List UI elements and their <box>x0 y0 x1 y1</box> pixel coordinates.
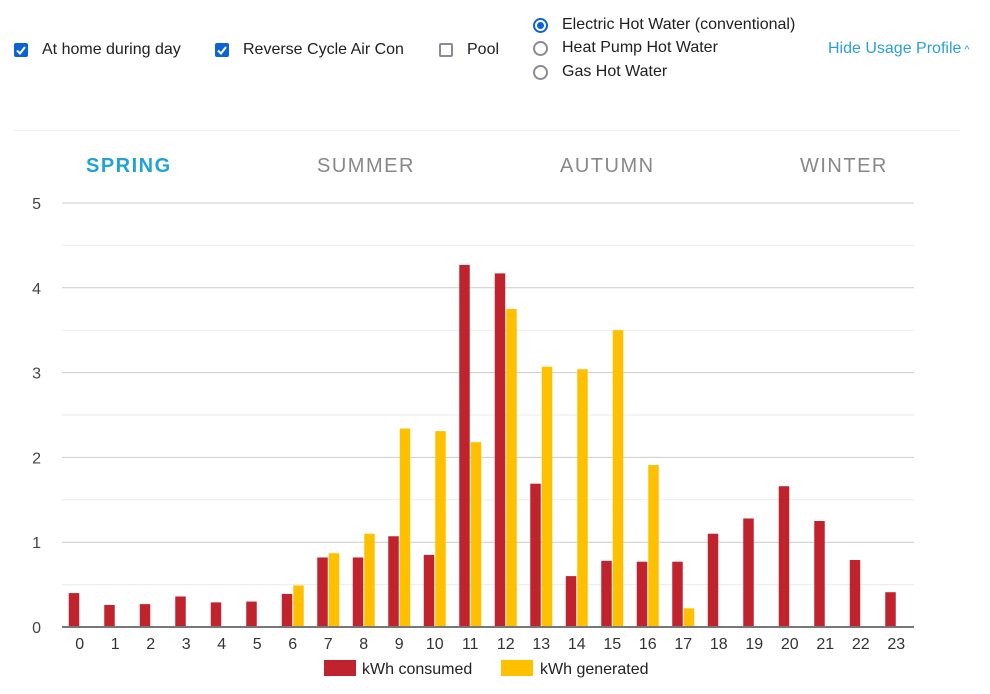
bar-consumed <box>317 557 328 627</box>
legend-swatch-consumed <box>324 660 356 676</box>
bar-generated <box>612 330 624 627</box>
checkbox-reverse-cycle[interactable]: Reverse Cycle Air Con <box>215 41 404 59</box>
x-tick-label: 13 <box>532 636 550 653</box>
checkbox-pool[interactable]: Pool <box>439 41 499 59</box>
x-tick-label: 14 <box>568 636 586 653</box>
bar-generated <box>648 465 659 627</box>
x-tick-label: 19 <box>745 636 763 653</box>
x-tick-label: 3 <box>182 636 191 653</box>
bar-consumed <box>530 483 541 627</box>
checkbox-label: Reverse Cycle Air Con <box>243 41 404 58</box>
chevron-up-icon: ^ <box>964 44 970 56</box>
checkbox-at-home[interactable]: At home during day <box>14 41 181 59</box>
bar-consumed <box>459 264 470 627</box>
bar-generated <box>506 309 517 627</box>
x-tick-label: 4 <box>217 636 226 653</box>
bar-consumed <box>210 602 222 627</box>
x-tick-label: 18 <box>710 636 728 653</box>
bar-consumed <box>494 273 506 627</box>
x-tick-label: 9 <box>395 636 404 653</box>
x-tick-label: 7 <box>324 636 333 653</box>
legend-label-generated: kWh generated <box>540 661 649 678</box>
tab-summer[interactable]: SUMMER <box>317 155 415 178</box>
bar-consumed <box>778 486 790 627</box>
bar-consumed <box>601 560 612 627</box>
bar-consumed <box>68 593 80 627</box>
bar-consumed <box>636 561 648 627</box>
y-tick-label: 4 <box>32 281 41 298</box>
x-tick-label: 2 <box>146 636 155 653</box>
y-tick-label: 0 <box>32 620 41 637</box>
x-tick-label: 6 <box>288 636 297 653</box>
legend-swatch-generated <box>501 660 533 676</box>
bar-consumed <box>246 601 257 627</box>
checkbox-label: At home during day <box>42 41 181 58</box>
bar-consumed <box>423 554 435 627</box>
bar-consumed <box>672 561 683 627</box>
x-tick-label: 8 <box>359 636 368 653</box>
x-tick-label: 20 <box>781 636 799 653</box>
radio-heat-pump[interactable]: Heat Pump Hot Water <box>533 39 718 57</box>
x-tick-label: 16 <box>639 636 657 653</box>
bar-consumed <box>707 533 719 627</box>
radio-label: Gas Hot Water <box>562 63 668 80</box>
radio-selected-icon[interactable] <box>533 17 548 33</box>
checkbox-label: Pool <box>467 41 500 58</box>
x-tick-label: 1 <box>111 636 120 653</box>
radio-gas-hot-water[interactable]: Gas Hot Water <box>533 63 667 81</box>
bar-consumed <box>104 604 115 627</box>
x-tick-label: 11 <box>462 636 479 653</box>
hide-usage-profile-label: Hide Usage Profile <box>828 40 962 57</box>
radio-unselected-icon[interactable] <box>533 40 548 56</box>
x-tick-label: 12 <box>497 636 515 653</box>
x-tick-label: 0 <box>75 636 84 653</box>
bar-consumed <box>565 576 577 627</box>
bar-generated <box>541 366 553 627</box>
bar-consumed <box>743 518 754 627</box>
checkbox-checked-icon[interactable] <box>14 43 28 57</box>
legend-label-consumed: kWh consumed <box>362 661 472 678</box>
x-tick-label: 15 <box>603 636 621 653</box>
bar-consumed <box>175 596 186 627</box>
radio-unselected-icon[interactable] <box>533 64 548 80</box>
y-tick-label: 2 <box>32 450 41 467</box>
x-tick-label: 5 <box>253 636 262 653</box>
bar-generated <box>577 369 588 627</box>
bar-generated <box>470 442 482 627</box>
x-tick-label: 17 <box>674 636 692 653</box>
radio-electric-hot-water[interactable]: Electric Hot Water (conventional) <box>533 16 795 34</box>
bar-generated <box>293 585 304 627</box>
y-tick-label: 3 <box>32 366 41 383</box>
bar-consumed <box>388 536 399 627</box>
x-tick-label: 23 <box>887 636 905 653</box>
usage-bar-chart: 0123450 1 2 3 4 5 6 7 8 9 10 11 12 13 14 15 16 17 18 19 20 21… <box>32 196 914 678</box>
hide-usage-profile-link[interactable]: Hide Usage Profile ^ <box>828 40 970 58</box>
x-tick-label: 22 <box>852 636 870 653</box>
y-tick-label: 5 <box>32 196 41 213</box>
bar-consumed <box>849 560 861 627</box>
bar-generated <box>399 428 411 627</box>
bar-consumed <box>139 604 151 627</box>
x-tick-label: 21 <box>816 636 834 653</box>
bar-consumed <box>885 592 896 627</box>
tab-autumn[interactable]: AUTUMN <box>560 155 655 178</box>
y-tick-label: 1 <box>32 535 41 552</box>
tab-spring[interactable]: SPRING <box>86 155 172 178</box>
checkbox-unchecked-icon[interactable] <box>439 43 453 57</box>
bar-consumed <box>352 557 364 627</box>
radio-label: Electric Hot Water (conventional) <box>562 16 796 33</box>
divider <box>14 130 960 131</box>
chart-legend: kWh consumed kWh generated <box>324 660 649 678</box>
checkbox-checked-icon[interactable] <box>215 43 229 57</box>
radio-label: Heat Pump Hot Water <box>562 39 718 56</box>
bar-consumed <box>281 593 293 627</box>
x-tick-label: 10 <box>426 636 444 653</box>
bar-generated <box>364 533 375 627</box>
bar-consumed <box>814 521 825 627</box>
bar-generated <box>328 553 340 627</box>
tab-winter[interactable]: WINTER <box>800 155 888 178</box>
bar-generated <box>435 431 446 627</box>
bar-generated <box>683 608 695 627</box>
